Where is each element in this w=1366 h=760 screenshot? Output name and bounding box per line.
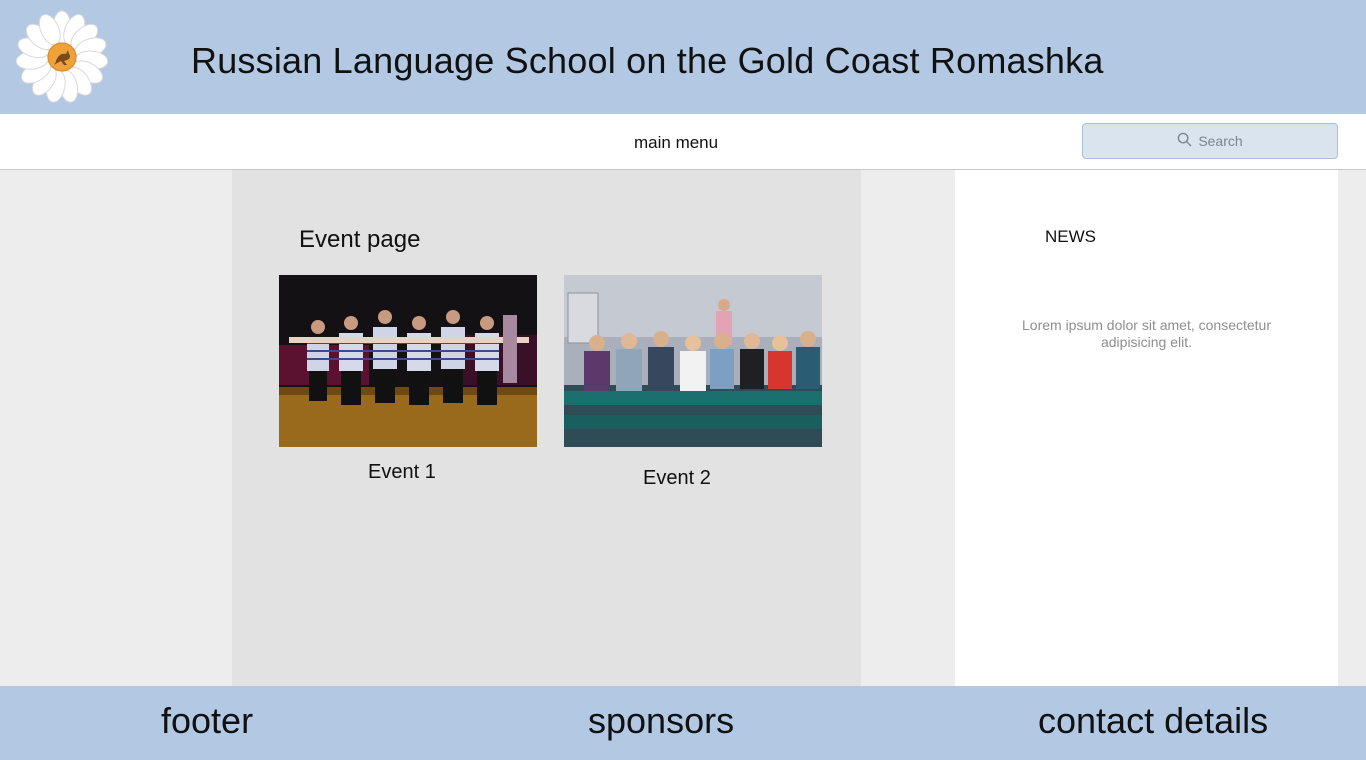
daisy-logo-icon[interactable] xyxy=(15,10,109,104)
search-icon xyxy=(1177,132,1192,150)
search-input[interactable]: Search xyxy=(1082,123,1338,159)
navigation-bar: main menu Search xyxy=(0,114,1366,170)
event-1-image[interactable] xyxy=(279,275,537,447)
site-footer: footer sponsors contact details xyxy=(0,686,1366,760)
event-2-image[interactable] xyxy=(564,275,822,447)
page-title: Event page xyxy=(299,226,421,253)
event-card-2[interactable]: Event 2 xyxy=(564,275,822,493)
event-2-label[interactable]: Event 2 xyxy=(643,467,711,490)
site-header: Russian Language School on the Gold Coas… xyxy=(0,0,1366,114)
news-sidebar: NEWS Lorem ipsum dolor sit amet, consect… xyxy=(955,170,1338,686)
search-placeholder: Search xyxy=(1198,133,1243,149)
footer-link[interactable]: footer xyxy=(161,700,253,742)
news-heading: NEWS xyxy=(1045,227,1096,246)
news-body-text: Lorem ipsum dolor sit amet, consectetur … xyxy=(1022,317,1271,350)
main-menu-link[interactable]: main menu xyxy=(634,133,718,153)
site-title: Russian Language School on the Gold Coas… xyxy=(191,40,1104,81)
contact-details-link[interactable]: contact details xyxy=(1038,700,1268,742)
main-content: Event page Event 1 Event 2 xyxy=(232,170,861,686)
sponsors-link[interactable]: sponsors xyxy=(588,700,734,742)
event-1-label[interactable]: Event 1 xyxy=(368,461,436,484)
event-card-1[interactable]: Event 1 xyxy=(279,275,537,487)
